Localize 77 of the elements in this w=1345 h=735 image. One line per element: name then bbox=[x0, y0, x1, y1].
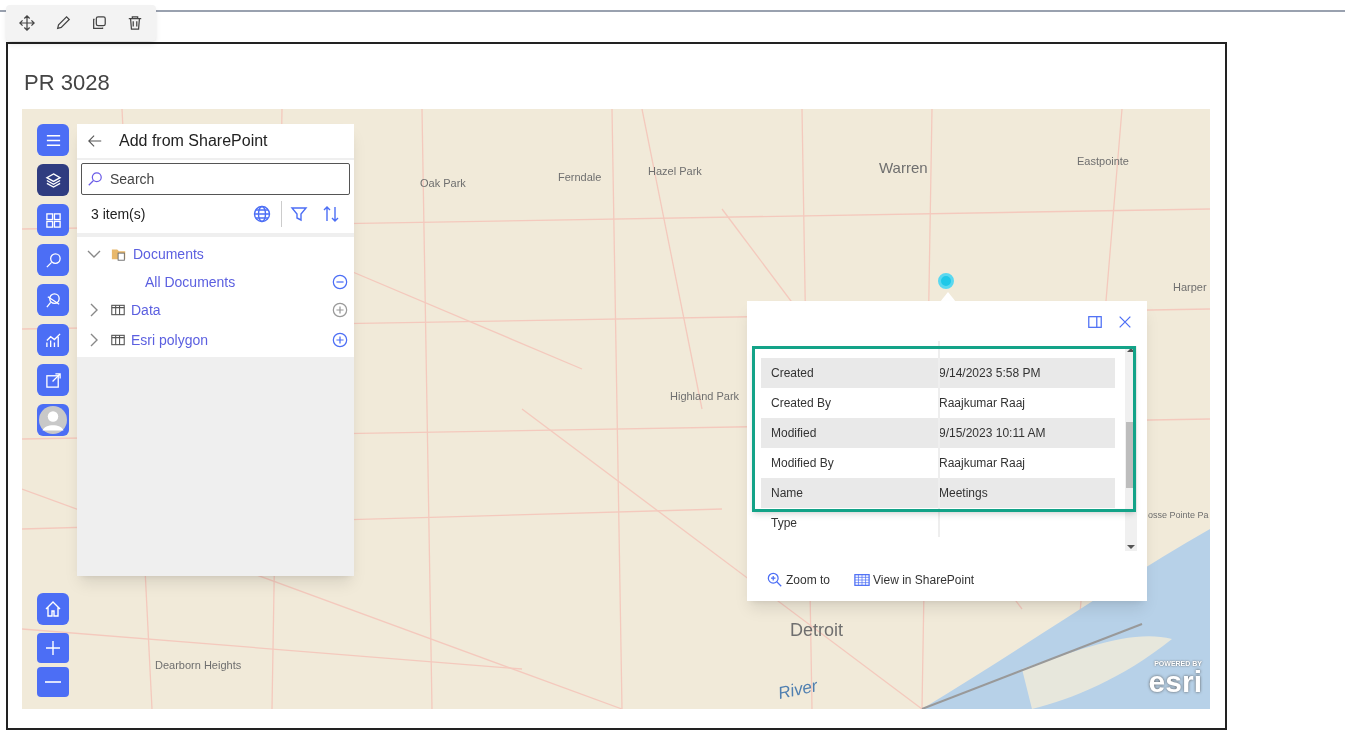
place-label: Oak Park bbox=[420, 176, 466, 191]
move-icon bbox=[19, 15, 35, 31]
search-icon bbox=[87, 171, 103, 187]
zoom-out-button[interactable] bbox=[37, 667, 69, 697]
search-field[interactable]: Search bbox=[81, 163, 350, 195]
esri-logo: esri bbox=[1148, 669, 1202, 695]
item-count: 3 item(s) bbox=[91, 204, 147, 224]
field-name: Modified bbox=[770, 425, 818, 442]
plus-circle-icon bbox=[332, 302, 348, 318]
filter-button[interactable] bbox=[290, 204, 310, 224]
place-label: Warren bbox=[879, 158, 928, 178]
field-value: Raajkumar Raaj bbox=[939, 455, 1026, 472]
chart-button[interactable] bbox=[37, 324, 69, 356]
back-arrow-icon bbox=[87, 133, 103, 149]
layers-icon bbox=[44, 171, 62, 189]
grid-icon bbox=[44, 211, 62, 229]
web-part-title: PR 3028 bbox=[24, 69, 110, 97]
field-name: Modified By bbox=[770, 455, 835, 472]
place-label: Highland Park bbox=[670, 389, 740, 404]
place-label: Detroit bbox=[790, 619, 843, 642]
field-name: Created By bbox=[770, 395, 833, 412]
water-label: River bbox=[775, 675, 820, 705]
plus-icon bbox=[44, 639, 62, 657]
close-icon bbox=[1117, 314, 1133, 330]
plus-circle-icon bbox=[332, 332, 348, 348]
menu-button[interactable] bbox=[37, 124, 69, 156]
filter-icon bbox=[290, 205, 308, 223]
field-value: Meetings bbox=[939, 485, 988, 502]
dock-icon bbox=[1087, 314, 1103, 330]
profile-button[interactable] bbox=[37, 404, 69, 436]
field-name: Created bbox=[770, 365, 815, 382]
home-icon bbox=[44, 600, 62, 618]
trash-icon bbox=[127, 15, 143, 31]
field-name: Name bbox=[770, 485, 804, 502]
field-value: 9/14/2023 5:58 PM bbox=[939, 365, 1041, 382]
table-icon bbox=[111, 303, 125, 317]
tree-item[interactable]: Documents bbox=[133, 243, 348, 265]
field-name: Type bbox=[770, 515, 798, 532]
table-icon bbox=[854, 572, 870, 588]
pencil-icon bbox=[55, 15, 71, 31]
view-button[interactable]: View in SharePoint bbox=[854, 571, 975, 589]
remove-button[interactable] bbox=[332, 274, 348, 290]
minus-circle-icon bbox=[332, 274, 348, 290]
place-label: Harper bbox=[1173, 280, 1207, 295]
zoom-to-button[interactable]: Zoom to bbox=[767, 571, 830, 589]
search-icon bbox=[44, 251, 62, 269]
sort-icon bbox=[322, 205, 340, 223]
place-label: Eastpointe bbox=[1077, 154, 1129, 169]
layers-button[interactable] bbox=[37, 164, 69, 196]
chart-icon bbox=[44, 331, 62, 349]
pin-button[interactable] bbox=[37, 284, 69, 316]
globe-button[interactable] bbox=[253, 204, 273, 224]
tree-item[interactable]: Esri polygon bbox=[131, 329, 326, 351]
home-button[interactable] bbox=[37, 593, 69, 625]
place-label: Dearborn Heights bbox=[155, 658, 242, 673]
zoom-in-button[interactable] bbox=[37, 633, 69, 663]
move-button[interactable] bbox=[16, 12, 38, 34]
copy-icon bbox=[91, 15, 107, 31]
table-icon bbox=[111, 333, 125, 347]
grid-button[interactable] bbox=[37, 204, 69, 236]
close-button[interactable] bbox=[1117, 314, 1133, 330]
minus-icon bbox=[45, 681, 61, 683]
place-label: Ferndale bbox=[558, 170, 602, 185]
dock-button[interactable] bbox=[1087, 314, 1103, 330]
field-value: 9/15/2023 10:11 AM bbox=[939, 425, 1046, 442]
tree-item[interactable]: All Documents bbox=[145, 271, 332, 293]
avatar-icon bbox=[39, 406, 67, 434]
field-value: Raajkumar Raaj bbox=[939, 395, 1026, 412]
add-button[interactable] bbox=[332, 332, 348, 348]
share-icon bbox=[44, 371, 62, 389]
place-label: osse Pointe Pa bbox=[1148, 509, 1209, 522]
panel-title: Add from SharePoint bbox=[119, 131, 268, 151]
place-label: Hazel Park bbox=[648, 164, 702, 179]
search-button[interactable] bbox=[37, 244, 69, 276]
zoom-in-icon bbox=[767, 572, 783, 588]
globe-icon bbox=[253, 205, 271, 223]
share-button[interactable] bbox=[37, 364, 69, 396]
